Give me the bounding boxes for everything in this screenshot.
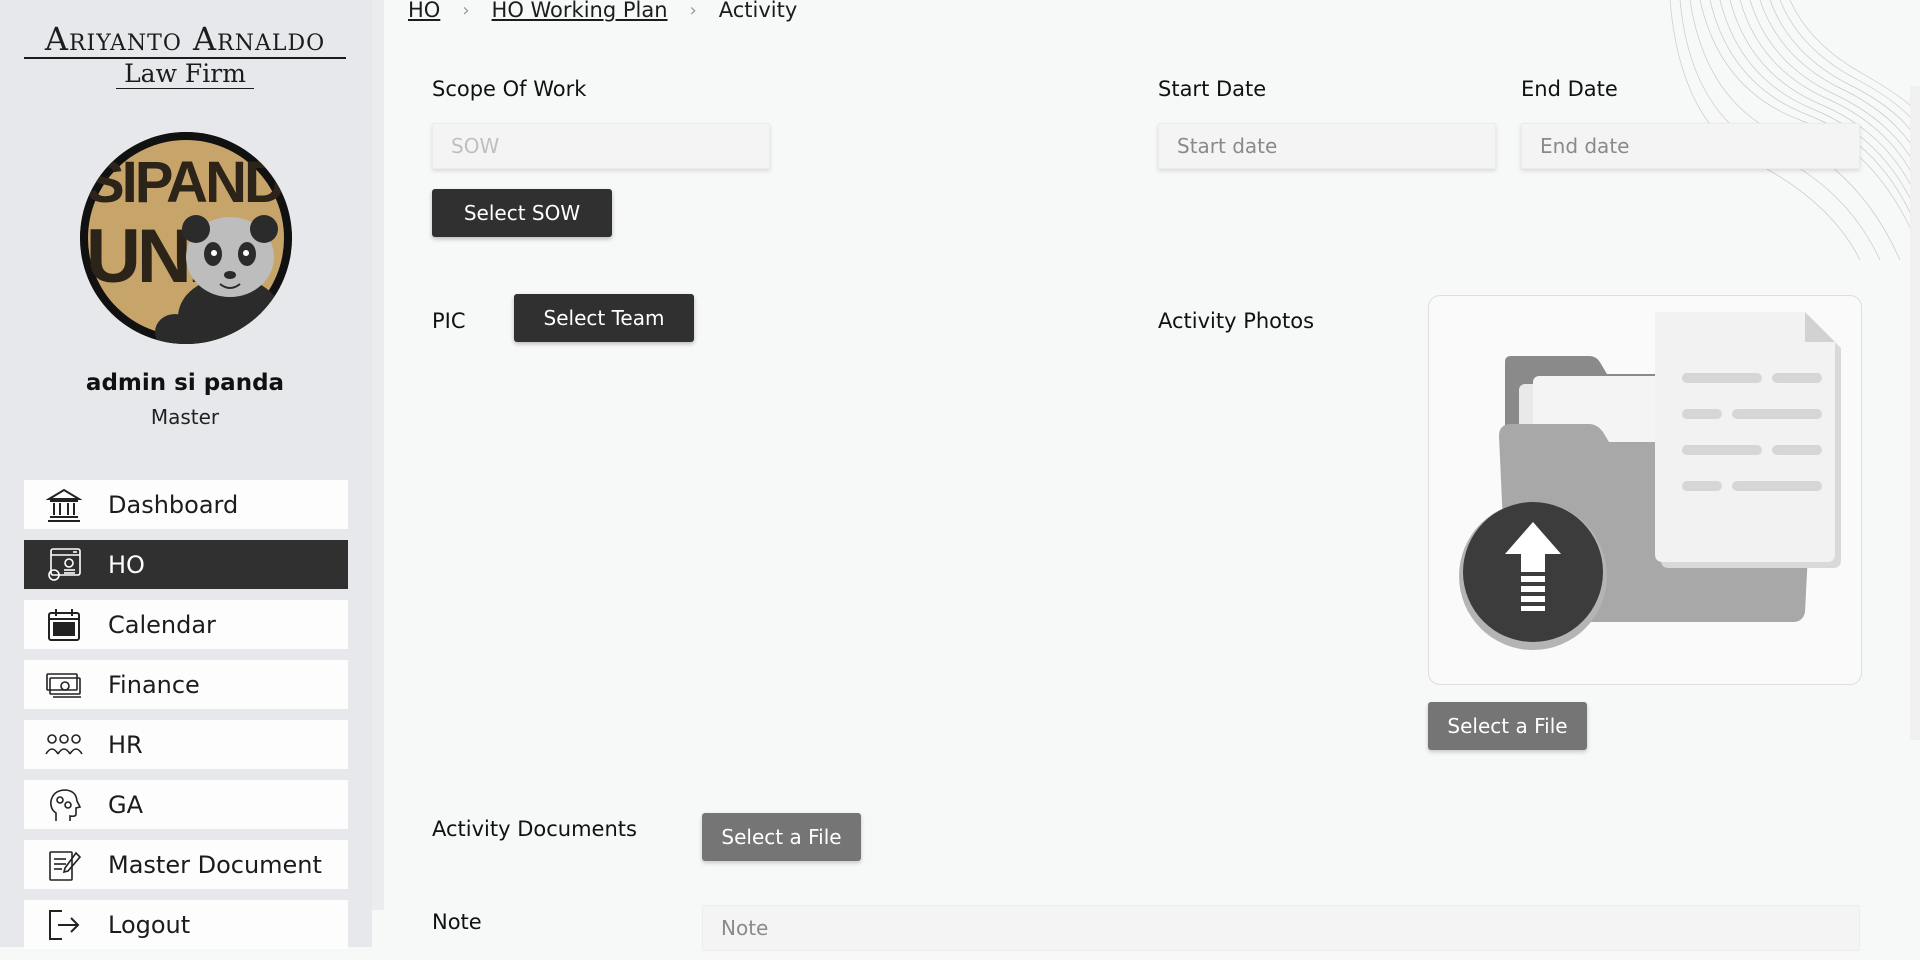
breadcrumb-link-working-plan[interactable]: HO Working Plan bbox=[492, 0, 668, 22]
sow-input[interactable] bbox=[432, 123, 770, 169]
note-input[interactable] bbox=[702, 905, 1860, 951]
sidebar-item-label: Calendar bbox=[108, 610, 216, 639]
document-edit-icon bbox=[42, 845, 86, 885]
office-settings-icon bbox=[42, 545, 86, 585]
breadcrumb-current: Activity bbox=[718, 0, 798, 22]
sidebar-item-label: Logout bbox=[108, 910, 191, 939]
user-name: admin si panda bbox=[85, 370, 285, 396]
sidebar-item-label: HR bbox=[108, 730, 143, 759]
pic-label: PIC bbox=[432, 309, 466, 333]
sow-label: Scope Of Work bbox=[432, 77, 587, 101]
team-icon bbox=[42, 725, 86, 765]
start-date-input[interactable] bbox=[1158, 123, 1496, 169]
sidebar-nav: Dashboard HO Calendar Finance HR GA Mast… bbox=[24, 480, 348, 960]
sidebar-item-label: GA bbox=[108, 790, 144, 819]
sidebar-item-calendar[interactable]: Calendar bbox=[24, 600, 348, 649]
svg-text:SIPANDA: SIPANDA bbox=[86, 150, 292, 215]
sidebar-item-label: Finance bbox=[108, 670, 200, 699]
sidebar-item-label: Dashboard bbox=[108, 490, 239, 519]
sidebar-item-label: Master Document bbox=[108, 850, 322, 879]
activity-photos-label: Activity Photos bbox=[1158, 309, 1315, 333]
end-date-label: End Date bbox=[1521, 77, 1618, 101]
breadcrumb-link-ho[interactable]: HO bbox=[408, 0, 440, 22]
logout-icon bbox=[42, 905, 86, 945]
logo-title: Ariyanto Arnaldo bbox=[24, 22, 346, 59]
end-date-input[interactable] bbox=[1521, 123, 1860, 169]
sidebar-edge bbox=[372, 0, 384, 910]
breadcrumb: HO › HO Working Plan › Activity bbox=[408, 0, 797, 22]
logo-subtitle: Law Firm bbox=[116, 60, 254, 89]
sidebar-item-master-document[interactable]: Master Document bbox=[24, 840, 348, 889]
chevron-right-icon: › bbox=[462, 0, 470, 21]
money-icon bbox=[42, 665, 86, 705]
sidebar-item-logout[interactable]: Logout bbox=[24, 900, 348, 949]
user-role: Master bbox=[150, 405, 220, 429]
firm-logo: Ariyanto Arnaldo Law Firm bbox=[24, 22, 346, 89]
sidebar-item-finance[interactable]: Finance bbox=[24, 660, 348, 709]
sidebar-item-ho[interactable]: HO bbox=[24, 540, 348, 589]
sidebar: Ariyanto Arnaldo Law Firm SIPANDA UNIK a… bbox=[0, 0, 372, 949]
bank-icon bbox=[42, 485, 86, 525]
photo-upload-dropzone[interactable] bbox=[1428, 295, 1862, 685]
chevron-right-icon: › bbox=[689, 0, 697, 21]
page-scrollbar[interactable] bbox=[1910, 86, 1920, 740]
avatar: SIPANDA UNIK bbox=[80, 132, 292, 344]
sidebar-item-label: HO bbox=[108, 550, 145, 579]
select-sow-button[interactable]: Select SOW bbox=[432, 189, 612, 237]
head-gears-icon bbox=[42, 785, 86, 825]
start-date-label: Start Date bbox=[1158, 77, 1267, 101]
note-label: Note bbox=[432, 910, 482, 934]
calendar-icon bbox=[42, 605, 86, 645]
activity-documents-label: Activity Documents bbox=[432, 817, 637, 841]
upload-folder-icon bbox=[1459, 312, 1841, 650]
select-photo-file-button[interactable]: Select a File bbox=[1428, 702, 1587, 750]
select-document-file-button[interactable]: Select a File bbox=[702, 813, 861, 861]
sidebar-item-hr[interactable]: HR bbox=[24, 720, 348, 769]
sidebar-item-ga[interactable]: GA bbox=[24, 780, 348, 829]
sidebar-item-dashboard[interactable]: Dashboard bbox=[24, 480, 348, 529]
select-team-button[interactable]: Select Team bbox=[514, 294, 694, 342]
